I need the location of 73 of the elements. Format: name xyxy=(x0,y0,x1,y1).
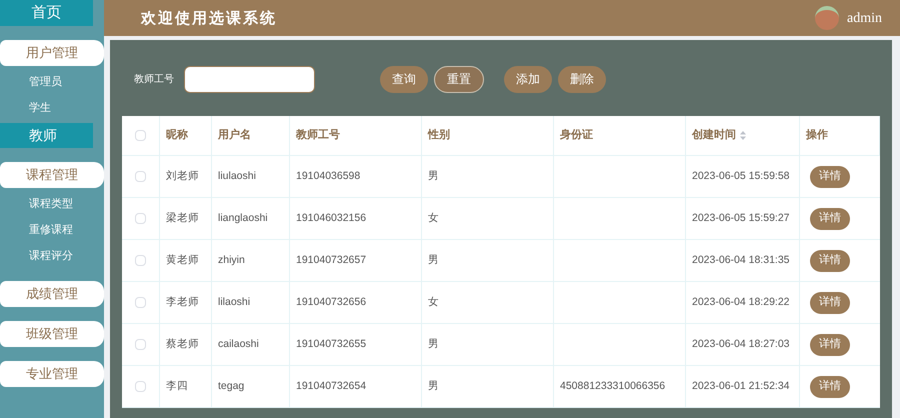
table-cell-text: 梁老师 xyxy=(166,210,199,226)
table-cell-text: 2023-06-04 18:31:35 xyxy=(692,252,790,268)
checkbox[interactable] xyxy=(135,339,146,350)
table-cell-text: 刘老师 xyxy=(166,168,199,184)
column-header: 用户名 xyxy=(218,128,251,144)
table-cell-text: 19104036598 xyxy=(296,168,360,184)
menu-group-button[interactable]: 班级管理 xyxy=(0,321,104,347)
details-button[interactable]: 详情 xyxy=(810,208,850,230)
table-cell-text: 男 xyxy=(428,378,439,394)
table-cell-text: 450881233310066356 xyxy=(560,378,666,394)
sidebar-item[interactable]: 课程评分 xyxy=(0,245,104,267)
user-name[interactable]: admin xyxy=(847,8,882,28)
menu-group-button[interactable]: 成绩管理 xyxy=(0,281,104,307)
table-cell-text: cailaoshi xyxy=(218,336,259,352)
table-cell-text: 191040732655 xyxy=(296,336,366,352)
table-cell-text: 李四 xyxy=(166,378,188,394)
menu-group-button[interactable]: 专业管理 xyxy=(0,361,104,387)
sort-icon[interactable] xyxy=(740,131,746,140)
table-cell-text: zhiyin xyxy=(218,252,245,268)
menu-group-button[interactable]: 用户管理 xyxy=(0,40,104,66)
field-label: 教师工号 xyxy=(134,72,175,86)
table-cell-text: 2023-06-05 15:59:58 xyxy=(692,168,790,184)
column-header: 昵称 xyxy=(166,128,188,144)
details-button[interactable]: 详情 xyxy=(810,250,850,272)
table-cell-text: 2023-06-04 18:27:03 xyxy=(692,336,790,352)
action-button[interactable]: 删除 xyxy=(558,66,606,92)
sidebar-item[interactable]: 课程类型 xyxy=(0,193,104,215)
sidebar-item[interactable]: 管理员 xyxy=(0,71,104,93)
table-cell-text: 男 xyxy=(428,252,439,268)
details-button[interactable]: 详情 xyxy=(810,292,850,314)
details-button[interactable]: 详情 xyxy=(810,166,850,188)
table-cell-text: 女 xyxy=(428,294,439,310)
table-cell-text: 李老师 xyxy=(166,294,199,310)
table-cell-text: 蔡老师 xyxy=(166,336,199,352)
details-button[interactable]: 详情 xyxy=(810,376,850,398)
column-header: 创建时间 xyxy=(692,128,736,144)
checkbox[interactable] xyxy=(135,171,146,182)
table-cell-text: 2023-06-04 18:29:22 xyxy=(692,294,790,310)
table-cell-text: 191040732654 xyxy=(296,378,366,394)
table-cell-text: 191046032156 xyxy=(296,210,366,226)
details-button[interactable]: 详情 xyxy=(810,334,850,356)
checkbox[interactable] xyxy=(135,130,146,141)
checkbox[interactable] xyxy=(135,255,146,266)
menu-group-button[interactable]: 课程管理 xyxy=(0,162,104,188)
column-header: 教师工号 xyxy=(296,128,340,144)
column-header: 身份证 xyxy=(560,128,593,144)
action-button[interactable]: 重置 xyxy=(434,66,484,92)
table-cell-text: 191040732657 xyxy=(296,252,366,268)
action-button[interactable]: 查询 xyxy=(380,66,428,92)
table-cell-text: 男 xyxy=(428,336,439,352)
table-cell-text: lianglaoshi xyxy=(218,210,268,226)
table-cell-text: 2023-06-05 15:59:27 xyxy=(692,210,790,226)
page-title: 欢迎使用选课系统 xyxy=(141,8,277,29)
checkbox[interactable] xyxy=(135,297,146,308)
teacher-id-input[interactable] xyxy=(184,66,315,92)
checkbox[interactable] xyxy=(135,213,146,224)
sidebar-item[interactable]: 重修课程 xyxy=(0,219,104,241)
table-cell-text: liulaoshi xyxy=(218,168,256,184)
table-cell-text: 男 xyxy=(428,168,439,184)
column-header: 性别 xyxy=(428,128,450,144)
table-cell-text: 191040732656 xyxy=(296,294,366,310)
column-header: 操作 xyxy=(806,128,828,144)
table-cell-text: tegag xyxy=(218,378,244,394)
sidebar-item[interactable]: 教师 xyxy=(0,123,93,148)
table-cell-text: lilaoshi xyxy=(218,294,250,310)
avatar-icon[interactable] xyxy=(815,6,839,30)
checkbox[interactable] xyxy=(135,381,146,392)
sidebar-item[interactable]: 学生 xyxy=(0,97,104,119)
table-cell-text: 女 xyxy=(428,210,439,226)
table-cell-text: 黄老师 xyxy=(166,252,199,268)
action-button[interactable]: 添加 xyxy=(504,66,552,92)
table-cell-text: 2023-06-01 21:52:34 xyxy=(692,378,790,394)
sidebar-item[interactable]: 首页 xyxy=(0,0,93,26)
